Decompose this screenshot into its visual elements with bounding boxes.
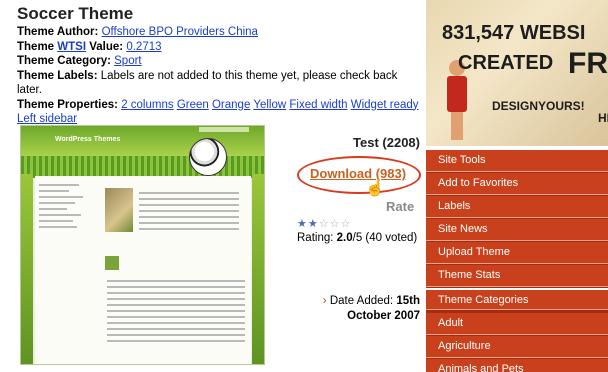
download-link[interactable]: Download (983) (310, 166, 406, 181)
properties-label: Theme Properties: (17, 98, 118, 111)
wtsi-link[interactable]: WTSI (57, 41, 86, 53)
rating-prefix: Rating: (297, 232, 337, 244)
banner-created: CREATED (458, 52, 554, 74)
star-filled-icon[interactable]: ★ (297, 218, 308, 230)
author-link[interactable]: Offshore BPO Providers China (102, 26, 258, 38)
thumb-text-block (139, 188, 239, 234)
rate-label: Rate (386, 199, 415, 214)
thumb-brand: WordPress Themes (55, 136, 121, 143)
category-label: Theme Category: (17, 55, 111, 67)
menu-item-label: Labels (438, 200, 471, 212)
rating-suffix: /5 (40 voted) (352, 232, 418, 244)
property-link[interactable]: Orange (212, 99, 250, 111)
menu-item-label: Theme Stats (438, 269, 501, 281)
thumb-right-edge (252, 174, 264, 364)
star-empty-icon[interactable]: ☆ (341, 218, 352, 230)
property-link[interactable]: Fixed width (289, 99, 347, 111)
hand-cursor-icon: ☝ (365, 180, 385, 197)
test-count[interactable]: Test (2208) (353, 135, 420, 150)
menu-item-agriculture[interactable]: Agriculture (426, 336, 608, 358)
star-empty-icon[interactable]: ☆ (319, 218, 330, 230)
menu-item-label: Adult (438, 317, 464, 329)
rating-text: Rating: 2.0/5 (40 voted) (297, 232, 417, 244)
menu-item-label: Upload Theme (438, 246, 510, 258)
theme-title: Soccer Theme (17, 4, 134, 23)
wtsi-suffix: Value: (89, 40, 124, 53)
thumb-left-edge (21, 174, 33, 364)
menu-item-upload-theme[interactable]: Upload Theme (426, 242, 608, 264)
wtsi-row: Theme WTSI Value: 0.2713 (17, 40, 422, 55)
banner-free: FRE (568, 47, 608, 80)
properties-row: Theme Properties: 2 columns Green Orange… (17, 98, 422, 127)
labels-row: Theme Labels: Labels are not added to th… (17, 69, 422, 98)
theme-meta: Theme Author: Offshore BPO Providers Chi… (17, 25, 422, 127)
rating-stars[interactable]: ★★☆☆☆ (297, 217, 351, 230)
menu-item-label: Site Tools (438, 154, 486, 166)
thumb-small-image (105, 256, 119, 270)
date-added: › Date Added: 15th October 2007 (270, 294, 420, 324)
date-day: 15th (396, 295, 420, 307)
category-row: Theme Category: Sport (17, 54, 422, 69)
star-empty-icon[interactable]: ☆ (330, 218, 341, 230)
menu-item-theme-stats[interactable]: Theme Stats (426, 265, 608, 287)
theme-screenshot[interactable]: WordPress Themes (20, 125, 265, 365)
banner-design: DESIGNYOURS! (492, 99, 585, 113)
rating-value: 2.0 (336, 232, 353, 244)
property-link[interactable]: Green (177, 99, 209, 111)
thumb-grass (21, 156, 264, 178)
author-row: Theme Author: Offshore BPO Providers Chi… (17, 25, 422, 40)
thumb-image (105, 188, 133, 232)
property-link[interactable]: Widget ready (351, 99, 419, 111)
date-rest: October 2007 (347, 310, 420, 322)
category-link[interactable]: Sport (114, 55, 142, 67)
arrow-icon: › (322, 295, 327, 307)
star-filled-icon[interactable]: ★ (308, 218, 319, 230)
wtsi-value-link[interactable]: 0.2713 (126, 41, 161, 53)
banner-count: 831,547 WEBSI (442, 22, 586, 44)
menu-item-label: Site News (438, 223, 488, 235)
menu-item-site-news[interactable]: Site News (426, 219, 608, 241)
menu-item-label: Agriculture (438, 340, 491, 352)
author-label: Theme Author: (17, 26, 99, 38)
menu-item-animals-and-pets[interactable]: Animals and Pets (426, 359, 608, 372)
menu-item-labels[interactable]: Labels (426, 196, 608, 218)
menu-item-label: Theme Categories (438, 294, 529, 306)
thumb-nav (199, 127, 249, 132)
property-link[interactable]: Yellow (253, 99, 286, 111)
menu-item-label: Animals and Pets (438, 363, 524, 372)
site-menu: Site Tools Add to Favorites Labels Site … (426, 150, 608, 372)
menu-item-add-to-favorites[interactable]: Add to Favorites (426, 173, 608, 195)
menu-item-site-tools[interactable]: Site Tools (426, 150, 608, 172)
thumb-text-block (107, 276, 245, 346)
soccer-ball-icon (189, 138, 227, 176)
thumb-sidebar (39, 180, 91, 360)
banner-ad[interactable]: 831,547 WEBSI CREATED FRE DESIGNYOURS! H… (426, 0, 608, 146)
wtsi-prefix: Theme (17, 40, 55, 53)
banner-here: HER (598, 111, 608, 125)
property-link[interactable]: 2 columns (121, 99, 173, 111)
menu-item-label: Add to Favorites (438, 177, 519, 189)
menu-item-theme-categories[interactable]: Theme Categories (426, 288, 608, 310)
property-link[interactable]: Left sidebar (17, 113, 77, 125)
date-label: Date Added: (329, 295, 394, 307)
labels-label: Theme Labels: (17, 69, 98, 82)
menu-item-adult[interactable]: Adult (426, 313, 608, 335)
